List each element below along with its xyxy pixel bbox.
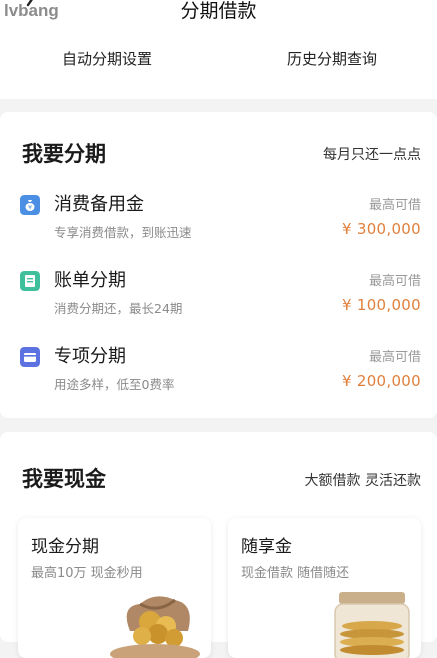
page-title: 分期借款 [180, 0, 257, 22]
loan-name: 账单分期 [54, 270, 126, 291]
section-title: 我要分期 [22, 142, 106, 166]
app-header: lvbang 分期借款 [0, 0, 437, 36]
cash-card-desc: 现金借款 随借随还 [241, 566, 350, 581]
section-title: 我要现金 [22, 467, 106, 491]
history-query-link[interactable]: 历史分期查询 [287, 48, 377, 69]
loan-cap-label: 最高可借 [368, 198, 421, 213]
loan-amount: ¥ 100,000 [341, 296, 421, 314]
svg-text:¥: ¥ [28, 205, 32, 212]
loan-cap-label: 最高可借 [368, 350, 421, 365]
loan-item-special[interactable]: 专项分期 用途多样，低至0费率 最高可借 ¥ 200,000 [0, 342, 437, 402]
cash-card-desc: 最高10万 现金秒用 [31, 566, 143, 581]
cash-section: 我要现金 大额借款 灵活还款 现金分期 最高10万 现金秒用 随享金 现金借款 … [0, 432, 437, 658]
cash-card-title: 现金分期 [31, 537, 99, 557]
loan-cap-label: 最高可借 [368, 274, 421, 289]
money-bag-icon: ¥ [20, 195, 40, 215]
cash-card-title: 随享金 [241, 537, 292, 557]
cash-card-installment[interactable]: 现金分期 最高10万 现金秒用 [18, 518, 211, 658]
auto-installment-link[interactable]: 自动分期设置 [62, 48, 152, 69]
loan-desc: 消费分期还，最长24期 [54, 301, 183, 316]
loan-name: 消费备用金 [54, 194, 144, 215]
cash-card-flex[interactable]: 随享金 现金借款 随借随还 [228, 518, 421, 658]
loan-desc: 用途多样，低至0费率 [54, 377, 175, 392]
loan-amount: ¥ 200,000 [341, 372, 421, 390]
bill-icon [20, 271, 40, 291]
coin-jar-icon [334, 592, 410, 658]
loan-amount: ¥ 300,000 [341, 220, 421, 238]
loan-item-consumer[interactable]: ¥ 消费备用金 专享消费借款，到账迅速 最高可借 ¥ 300,000 [0, 190, 437, 250]
loan-desc: 专享消费借款，到账迅速 [54, 225, 192, 240]
loan-item-bill[interactable]: 账单分期 消费分期还，最长24期 最高可借 ¥ 100,000 [0, 266, 437, 326]
section-subtitle: 大额借款 灵活还款 [304, 473, 421, 489]
loan-name: 专项分期 [54, 346, 126, 367]
card-icon [20, 347, 40, 367]
installment-section: 我要分期 每月只还一点点 ¥ 消费备用金 专享消费借款，到账迅速 最高可借 ¥ … [0, 112, 437, 418]
money-bag-coins-icon [110, 596, 200, 658]
quick-links-bar: 自动分期设置 历史分期查询 [0, 36, 437, 99]
section-subtitle: 每月只还一点点 [323, 147, 421, 163]
